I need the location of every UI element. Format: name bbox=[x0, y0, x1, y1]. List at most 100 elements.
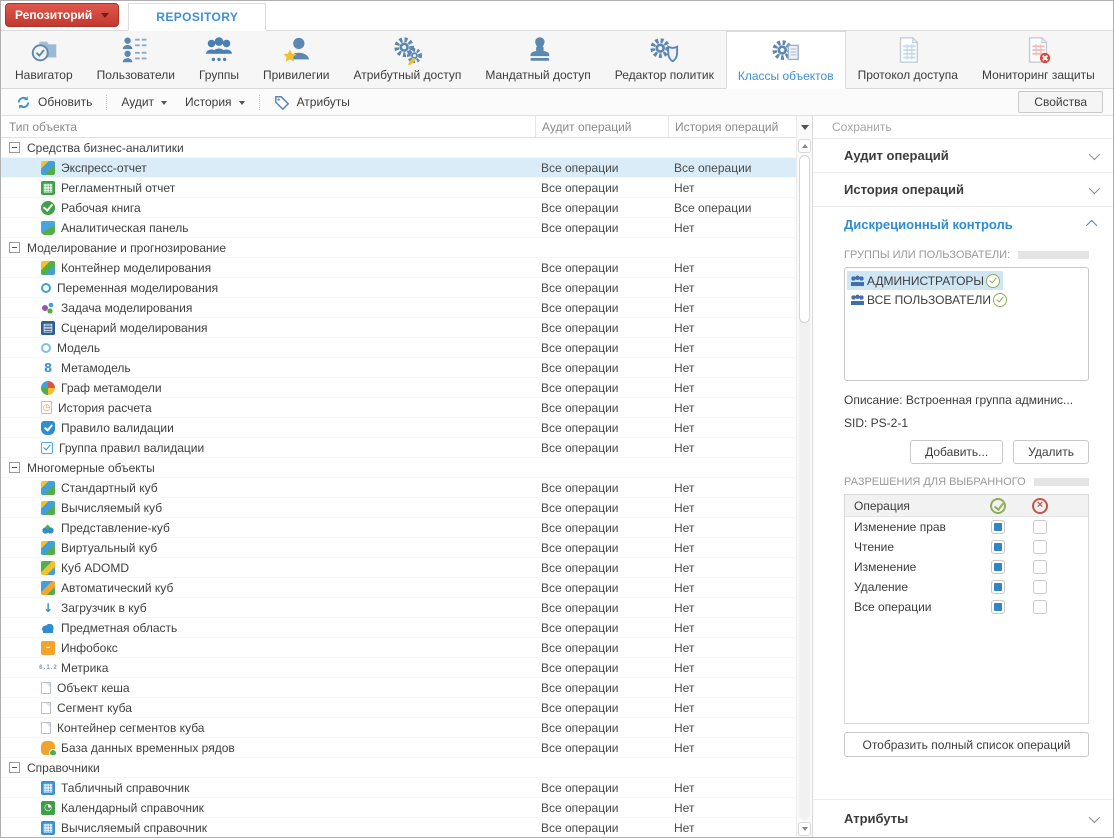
save-label-row: Сохранить bbox=[813, 116, 1113, 139]
section-discretionary-control[interactable]: Дискреционный контроль bbox=[813, 207, 1113, 241]
tag-icon bbox=[274, 94, 290, 110]
table-row[interactable]: Вычисляемый справочникВсе операцииНет bbox=[1, 818, 796, 837]
ribbon-item-service[interactable]: Сервис bbox=[1107, 31, 1114, 88]
attribute-access-icon bbox=[392, 35, 422, 65]
collapse-toggle[interactable] bbox=[9, 242, 20, 253]
allow-checkbox[interactable] bbox=[991, 560, 1005, 574]
audit-menu-button[interactable]: Аудит bbox=[112, 92, 176, 112]
collapse-toggle[interactable] bbox=[9, 762, 20, 773]
table-row[interactable]: Объект кешаВсе операцииНет bbox=[1, 678, 796, 698]
table-row[interactable]: Сценарий моделированияВсе операцииНет bbox=[1, 318, 796, 338]
ribbon-item-access-protocol[interactable]: Протокол доступа bbox=[846, 31, 970, 88]
table-row[interactable]: База данных временных рядовВсе операцииН… bbox=[1, 738, 796, 758]
scroll-up-button[interactable] bbox=[798, 139, 811, 153]
deny-checkbox[interactable] bbox=[1033, 520, 1047, 534]
object-type-cell: Правило валидации bbox=[1, 421, 535, 435]
tab-repository[interactable]: REPOSITORY bbox=[128, 3, 266, 31]
table-row[interactable]: Виртуальный кубВсе операцииНет bbox=[1, 538, 796, 558]
ribbon-item-privileges[interactable]: Привилегии bbox=[251, 31, 342, 88]
save-label[interactable]: Сохранить bbox=[832, 120, 892, 134]
table-row[interactable]: Табличный справочникВсе операцииНет bbox=[1, 778, 796, 798]
tree-group-row[interactable]: Средства бизнес-аналитики bbox=[1, 138, 796, 158]
deny-checkbox[interactable] bbox=[1033, 580, 1047, 594]
scrollbar-track[interactable] bbox=[799, 155, 810, 820]
ribbon-item-label: Пользователи bbox=[97, 68, 175, 82]
allow-checkbox[interactable] bbox=[991, 520, 1005, 534]
table-row[interactable]: Автоматический кубВсе операцииНет bbox=[1, 578, 796, 598]
table-row[interactable]: МетамодельВсе операцииНет bbox=[1, 358, 796, 378]
table-row[interactable]: Рабочая книгаВсе операцииВсе операции bbox=[1, 198, 796, 218]
group-name: ВСЕ ПОЛЬЗОВАТЕЛИ bbox=[867, 293, 991, 307]
section-history-operations[interactable]: История операций bbox=[813, 173, 1113, 207]
properties-button[interactable]: Свойства bbox=[1018, 91, 1103, 113]
table-row[interactable]: История расчетаВсе операцииНет bbox=[1, 398, 796, 418]
group-list-item[interactable]: АДМИНИСТРАТОРЫ bbox=[847, 271, 1003, 290]
section-audit-operations[interactable]: Аудит операций bbox=[813, 139, 1113, 173]
column-header-history[interactable]: История операций bbox=[668, 116, 796, 137]
table-row[interactable]: Контейнер моделированияВсе операцииНет bbox=[1, 258, 796, 278]
table-row[interactable]: Представление-кубВсе операцииНет bbox=[1, 518, 796, 538]
scrollbar-thumb[interactable] bbox=[799, 155, 810, 323]
table-row[interactable]: Предметная областьВсе операцииНет bbox=[1, 618, 796, 638]
ribbon-item-attribute-access[interactable]: Атрибутный доступ bbox=[342, 31, 474, 88]
refresh-button[interactable]: Обновить bbox=[7, 92, 101, 113]
ribbon-item-groups[interactable]: Группы bbox=[187, 31, 251, 88]
deny-checkbox[interactable] bbox=[1033, 540, 1047, 554]
attributes-button[interactable]: Атрибуты bbox=[265, 91, 359, 113]
show-full-operations-button[interactable]: Отобразить полный список операций bbox=[844, 732, 1089, 757]
ribbon-item-object-classes[interactable]: Классы объектов bbox=[726, 31, 846, 89]
table-row[interactable]: Группа правил валидацииВсе операцииНет bbox=[1, 438, 796, 458]
allow-checkbox[interactable] bbox=[991, 600, 1005, 614]
repository-menu-button[interactable]: Репозиторий bbox=[5, 3, 119, 27]
add-button[interactable]: Добавить... bbox=[910, 440, 1003, 464]
column-header-object-type[interactable]: Тип объекта bbox=[1, 120, 535, 134]
scroll-down-button[interactable] bbox=[798, 822, 811, 836]
table-row[interactable]: Вычисляемый кубВсе операцииНет bbox=[1, 498, 796, 518]
object-type-label: Автоматический куб bbox=[61, 581, 173, 595]
ribbon-item-security-monitoring[interactable]: Мониторинг защиты bbox=[970, 31, 1107, 88]
object-type-cell: Модель bbox=[1, 341, 535, 355]
collapse-toggle[interactable] bbox=[9, 142, 20, 153]
table-row[interactable]: Регламентный отчетВсе операцииНет bbox=[1, 178, 796, 198]
section-label: История операций bbox=[844, 182, 964, 197]
ribbon-item-navigator[interactable]: Навигатор bbox=[3, 31, 85, 88]
table-row[interactable]: Экспресс-отчетВсе операцииВсе операции bbox=[1, 158, 796, 178]
table-row[interactable]: Календарный справочникВсе операцииНет bbox=[1, 798, 796, 818]
column-menu-button[interactable] bbox=[797, 116, 812, 138]
object-type-label: Инфобокс bbox=[61, 641, 118, 655]
table-row[interactable]: Загрузчик в кубВсе операцииНет bbox=[1, 598, 796, 618]
table-row[interactable]: МодельВсе операцииНет bbox=[1, 338, 796, 358]
table-row[interactable]: МетрикаВсе операцииНет bbox=[1, 658, 796, 678]
table-row[interactable]: Переменная моделированияВсе операцииНет bbox=[1, 278, 796, 298]
allow-checkbox[interactable] bbox=[991, 540, 1005, 554]
table-row[interactable]: Куб ADOMDВсе операцииНет bbox=[1, 558, 796, 578]
remove-button[interactable]: Удалить bbox=[1013, 440, 1089, 464]
tree-group-row[interactable]: Моделирование и прогнозирование bbox=[1, 238, 796, 258]
history-cell: Нет bbox=[668, 441, 796, 455]
section-attributes[interactable]: Атрибуты bbox=[813, 799, 1113, 837]
table-row[interactable]: Граф метамоделиВсе операцииНет bbox=[1, 378, 796, 398]
ribbon-item-mandatory-access[interactable]: Мандатный доступ bbox=[473, 31, 602, 88]
deny-checkbox[interactable] bbox=[1033, 600, 1047, 614]
audit-cell: Все операции bbox=[535, 181, 668, 195]
tree-group-row[interactable]: Справочники bbox=[1, 758, 796, 778]
ribbon-item-users[interactable]: Пользователи bbox=[85, 31, 187, 88]
table-row[interactable]: Стандартный кубВсе операцииНет bbox=[1, 478, 796, 498]
deny-checkbox[interactable] bbox=[1033, 560, 1047, 574]
table-row[interactable]: Правило валидацииВсе операцииНет bbox=[1, 418, 796, 438]
column-header-audit[interactable]: Аудит операций bbox=[535, 116, 668, 137]
table-row[interactable]: Контейнер сегментов кубаВсе операцииНет bbox=[1, 718, 796, 738]
allow-checkbox[interactable] bbox=[991, 580, 1005, 594]
table-row[interactable]: Аналитическая панельВсе операцииНет bbox=[1, 218, 796, 238]
tree-group-row[interactable]: Многомерные объекты bbox=[1, 458, 796, 478]
group-list-item[interactable]: ВСЕ ПОЛЬЗОВАТЕЛИ bbox=[847, 290, 1010, 309]
table-row[interactable]: ИнфобоксВсе операцииНет bbox=[1, 638, 796, 658]
ribbon-item-policy-editor[interactable]: Редактор политик bbox=[603, 31, 726, 88]
groups-users-listbox[interactable]: АДМИНИСТРАТОРЫ ВСЕ ПОЛЬЗОВАТЕЛИ bbox=[844, 267, 1089, 381]
history-menu-button[interactable]: История bbox=[176, 92, 254, 112]
ribbon-item-label: Привилегии bbox=[263, 68, 330, 82]
collapse-toggle[interactable] bbox=[9, 462, 20, 473]
table-row[interactable]: Сегмент кубаВсе операцииНет bbox=[1, 698, 796, 718]
table-row[interactable]: Задача моделированияВсе операцииНет bbox=[1, 298, 796, 318]
object-type-label: Куб ADOMD bbox=[61, 561, 129, 575]
